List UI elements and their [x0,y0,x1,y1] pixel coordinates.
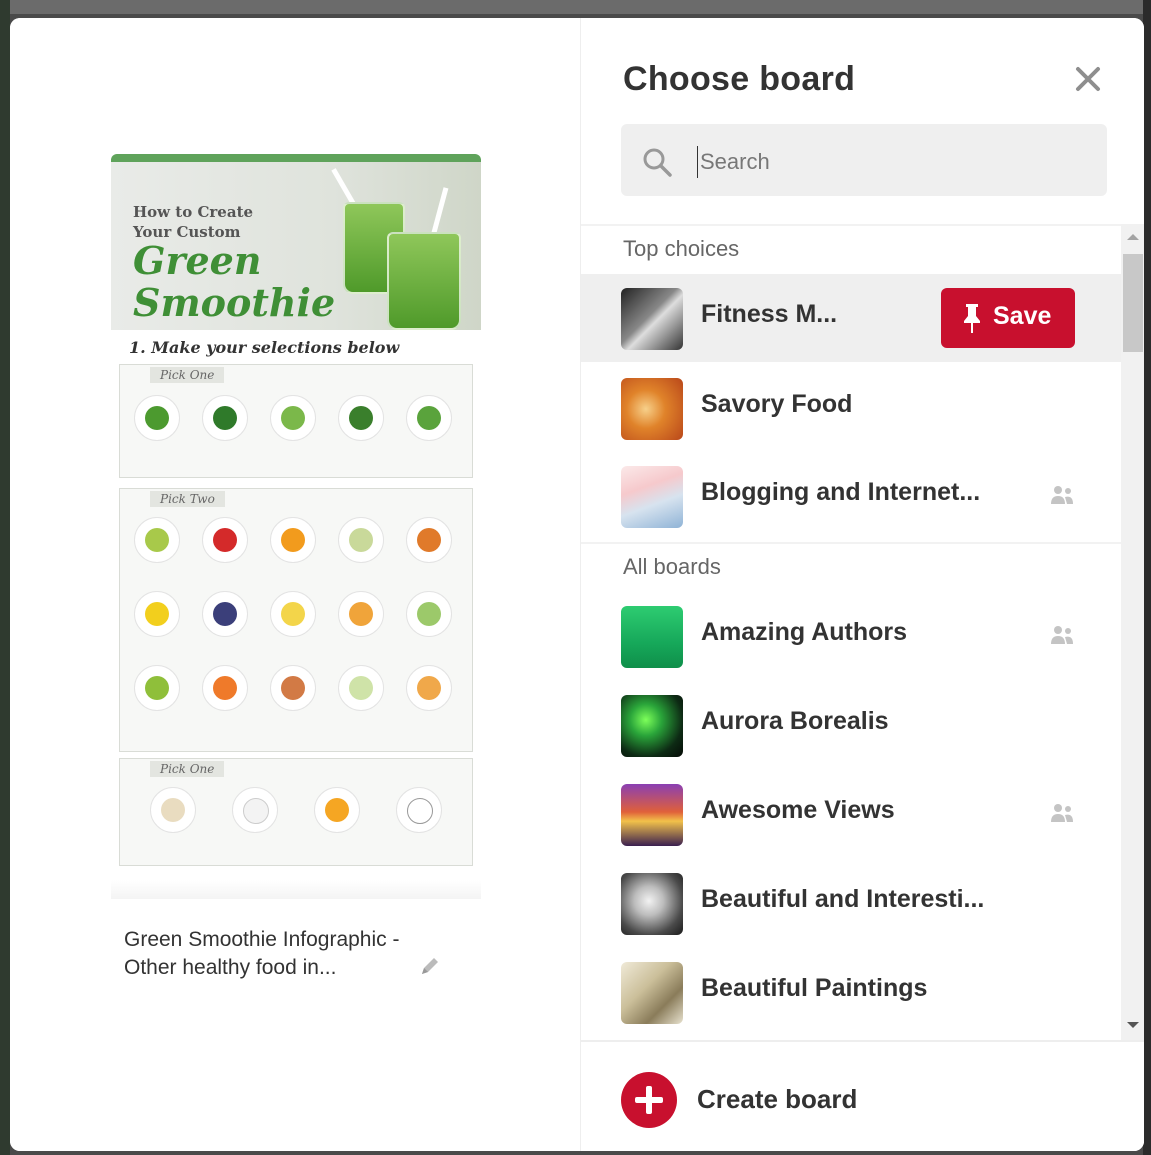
food-carrot [202,665,248,711]
food-lettuce [406,395,452,441]
pin-section-liquids: Pick One [119,758,473,866]
background-top [0,0,1151,14]
food-broccoli [338,395,384,441]
board-chooser-panel: Choose board Top choices Fitness M... [580,18,1144,1151]
food-orange [270,517,316,563]
board-row-beautiful-paintings[interactable]: Beautiful Paintings [581,948,1121,1036]
food-almond-milk [150,787,196,833]
board-name: Aurora Borealis [701,707,889,735]
straw-graphic [331,168,356,206]
board-thumbnail [621,695,683,757]
smoothie-glass-front [387,232,461,330]
board-row-aurora-borealis[interactable]: Aurora Borealis [581,681,1121,769]
board-list[interactable]: Top choices Fitness M... Save Savory Foo… [581,224,1121,1040]
pin-section-tag: Pick One [150,761,225,777]
food-pineapple [134,591,180,637]
board-thumbnail [621,873,683,935]
food-berries [202,591,248,637]
board-name: Savory Food [701,390,853,418]
search-box[interactable] [621,124,1107,196]
collaborators-icon [1051,486,1073,504]
background-left [0,0,10,1155]
dialog-footer: Create board [581,1040,1144,1151]
board-thumbnail [621,288,683,350]
food-papaya [406,517,452,563]
board-thumbnail [621,466,683,528]
food-pear [406,665,452,711]
scroll-down-arrow-icon[interactable] [1127,1022,1139,1028]
plus-circle-icon [621,1072,677,1128]
food-banana [270,591,316,637]
food-mango [338,591,384,637]
food-spinach [134,395,180,441]
board-name: Amazing Authors [701,618,908,646]
pin-section-tag: Pick Two [150,491,225,507]
section-label-top-choices: Top choices [623,236,740,261]
board-row-savory-food[interactable]: Savory Food [581,364,1121,452]
scrollbar-thumb[interactable] [1123,254,1143,352]
choose-board-dialog: How to Create Your Custom Green Smoothie… [10,18,1144,1151]
list-divider [581,542,1121,544]
board-name: Beautiful Paintings [701,974,928,1002]
pushpin-icon [964,304,980,333]
pin-image-headline: Green Smoothie [133,238,336,325]
save-button[interactable]: Save [941,288,1075,348]
pin-image-topbar [111,154,481,162]
board-list-scrollbar[interactable] [1121,224,1144,1040]
pin-section-tag: Pick One [150,367,225,383]
pencil-icon[interactable] [418,954,442,978]
scroll-up-arrow-icon[interactable] [1127,234,1139,240]
pin-image-howto-text: How to Create Your Custom [133,203,254,241]
food-melon [338,517,384,563]
section-label-all-boards: All boards [623,554,721,579]
pin-image-step-text: 1. Make your selections below [129,338,400,357]
create-board-label: Create board [697,1084,858,1114]
board-row-fitness[interactable]: Fitness M... Save [581,274,1121,362]
create-board-button[interactable]: Create board [621,1072,1021,1128]
pin-image-header: How to Create Your Custom Green Smoothie [111,162,481,330]
save-button-label: Save [993,302,1052,330]
board-row-beautiful-interesting[interactable]: Beautiful and Interesti... [581,859,1121,947]
search-icon [643,148,672,177]
food-yogurt [232,787,278,833]
board-name: Blogging and Internet... [701,478,981,506]
food-romaine [270,395,316,441]
pin-section-fruits: Pick Two [119,488,473,752]
dialog-title: Choose board [623,60,856,98]
food-cucumber [338,665,384,711]
collaborators-icon [1051,626,1073,644]
pin-description[interactable]: Green Smoothie Infographic - Other healt… [124,926,404,982]
list-divider [581,224,1121,226]
board-name: Beautiful and Interesti... [701,885,985,913]
food-fruit-juice [314,787,360,833]
board-thumbnail [621,378,683,440]
food-apple [202,517,248,563]
food-grapes [134,517,180,563]
search-input[interactable] [697,146,1082,178]
board-row-awesome-views[interactable]: Awesome Views [581,770,1121,858]
pin-preview-panel: How to Create Your Custom Green Smoothie… [10,18,580,1151]
pin-image: How to Create Your Custom Green Smoothie… [111,154,481,899]
food-peaches [270,665,316,711]
board-thumbnail [621,784,683,846]
board-row-blogging[interactable]: Blogging and Internet... [581,452,1121,540]
pin-image-fade [111,880,481,899]
board-name: Fitness M... [701,300,838,328]
food-water [396,787,442,833]
pin-section-greens: Pick One [119,364,473,478]
collaborators-icon [1051,804,1073,822]
food-kiwi [134,665,180,711]
close-icon[interactable] [1073,64,1103,94]
food-celery [406,591,452,637]
background-right [1143,0,1151,1155]
board-thumbnail [621,606,683,668]
board-thumbnail [621,962,683,1024]
board-row-amazing-authors[interactable]: Amazing Authors [581,592,1121,680]
food-kale [202,395,248,441]
board-name: Awesome Views [701,796,895,824]
